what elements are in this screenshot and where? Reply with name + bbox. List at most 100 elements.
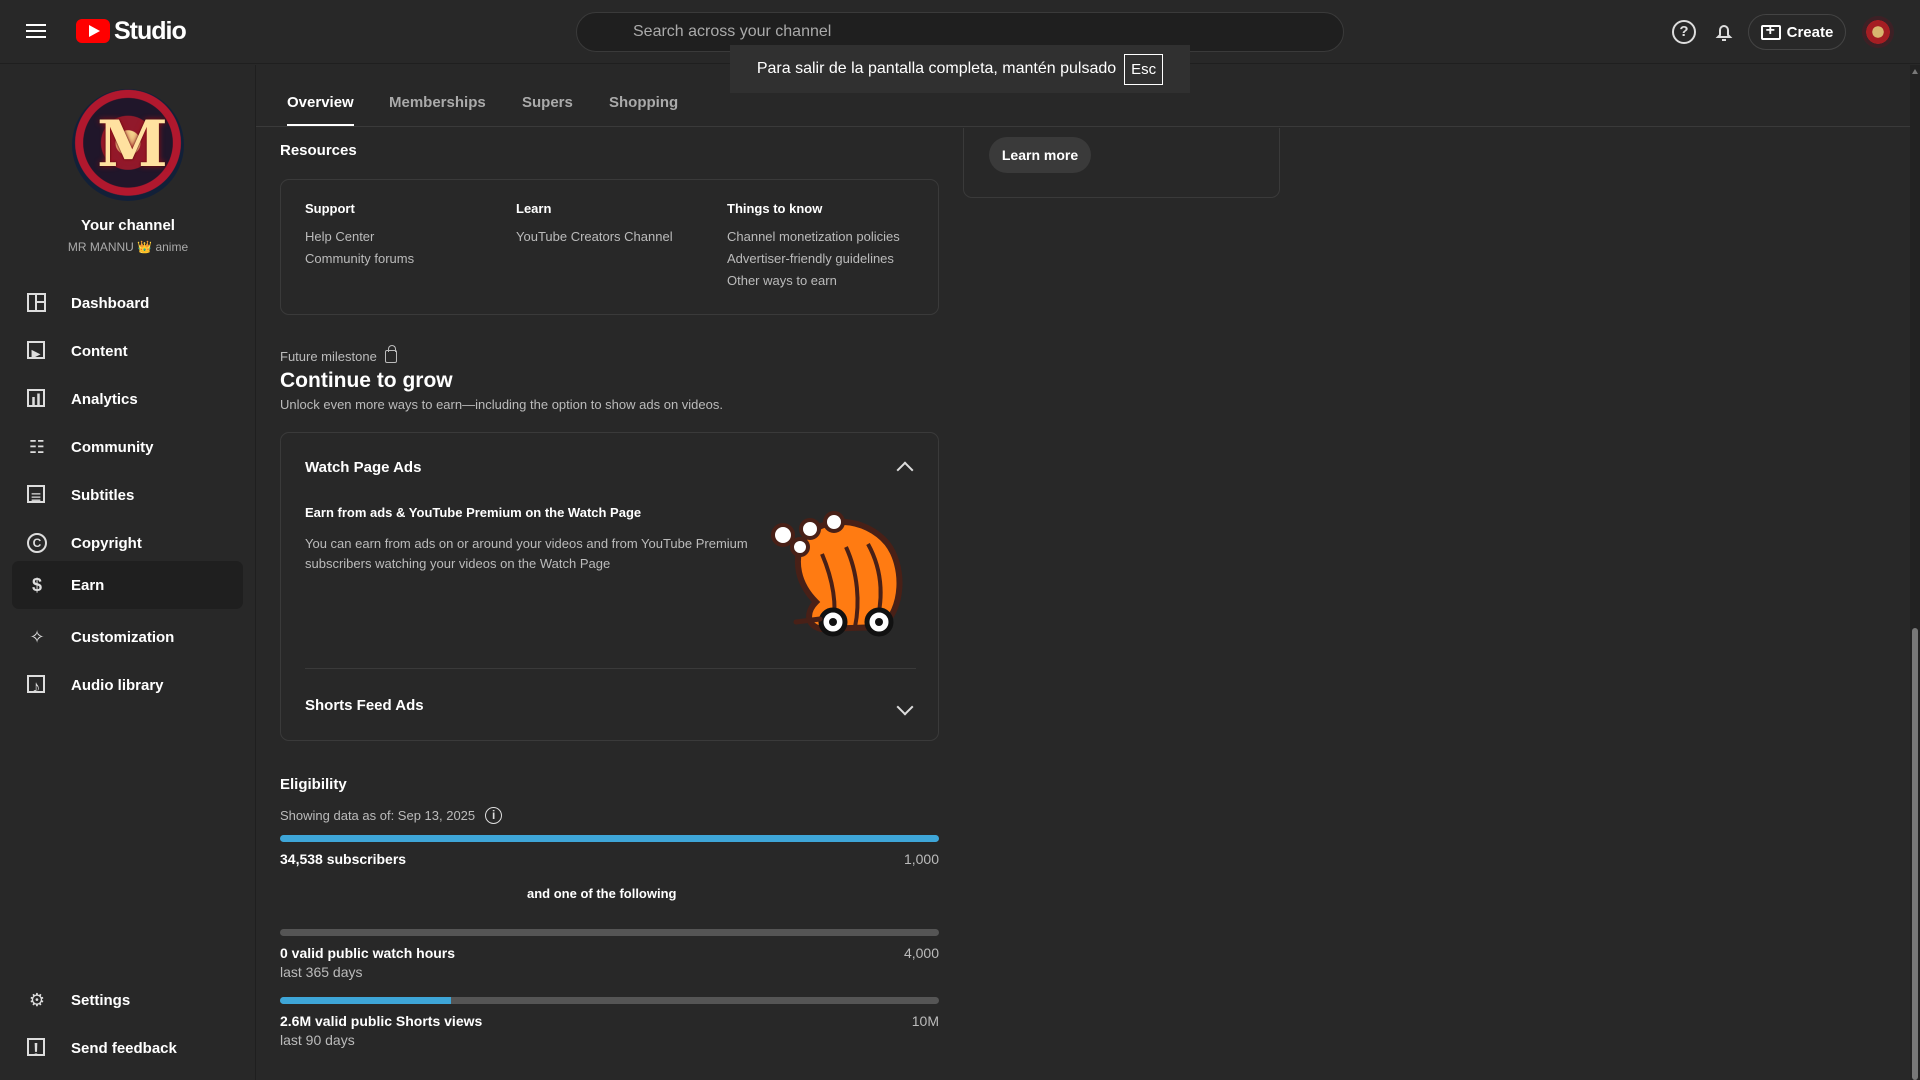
sidebar-item-analytics[interactable]: ıl Analytics (12, 375, 243, 423)
shorts-feed-ads-title[interactable]: Shorts Feed Ads (305, 697, 424, 714)
and-one-of-the-following: and one of the following (527, 886, 677, 901)
eligibility-date: Showing data as of: Sep 13, 2025 i (280, 807, 503, 824)
learn-more-button[interactable]: Learn more (989, 137, 1091, 173)
account-avatar[interactable] (1862, 16, 1894, 48)
sidebar-item-label: Dashboard (71, 294, 150, 312)
advertiser-guidelines-link[interactable]: Advertiser-friendly guidelines (727, 248, 900, 270)
menu-icon[interactable] (24, 20, 48, 44)
tab-shopping[interactable]: Shopping (609, 94, 678, 111)
subscribers-target: 1,000 (903, 851, 939, 867)
fullscreen-toast: Para salir de la pantalla completa, mant… (730, 45, 1190, 93)
settings-icon: ⚙ (28, 990, 46, 1010)
watch-page-ads-description: You can earn from ads on or around your … (305, 536, 748, 571)
page-scrollbar[interactable] (1910, 65, 1920, 1080)
tabs-divider (256, 126, 1910, 127)
ads-cart-illustration-icon (771, 511, 903, 637)
tab-supers[interactable]: Supers (522, 94, 573, 111)
shorts-views-target: 10M (911, 1013, 939, 1029)
sidebar-item-community[interactable]: ☷ Community (12, 423, 243, 471)
audio-library-icon: ♪ (27, 675, 45, 697)
other-ways-to-earn-link[interactable]: Other ways to earn (727, 270, 900, 292)
toast-message: Para salir de la pantalla completa, mant… (756, 60, 1117, 77)
community-icon: ☷ (28, 437, 46, 457)
sidebar-item-customization[interactable]: ✧ Customization (12, 613, 243, 661)
resources-card: Support Help Center Community forums Lea… (280, 179, 939, 315)
sidebar: Your channel MR MANNU 👑 anime Dashboard … (0, 65, 256, 1080)
subscribers-label: 34,538 subscribers (280, 851, 407, 867)
channel-handle: MR MANNU 👑 anime (67, 240, 189, 254)
sidebar-item-label: Subtitles (71, 486, 135, 504)
your-channel-title: Your channel (81, 217, 175, 234)
lock-icon (384, 345, 397, 363)
scrollbar-thumb[interactable] (1912, 628, 1918, 1080)
sidebar-item-content[interactable]: ▸ Content (12, 327, 243, 375)
resources-title: Resources (280, 142, 357, 159)
things-to-know-heading: Things to know (727, 201, 823, 216)
shorts-views-progress-bar (280, 997, 939, 1004)
sidebar-item-label: Copyright (71, 534, 142, 552)
sidebar-item-label: Send feedback (71, 1039, 177, 1057)
monetization-policies-link[interactable]: Channel monetization policies (727, 226, 900, 248)
shorts-views-period: last 90 days (280, 1032, 355, 1048)
help-center-link[interactable]: Help Center (305, 226, 414, 248)
showing-data-label: Showing data as of: Sep 13, 2025 (280, 808, 476, 823)
create-video-icon (1760, 22, 1781, 40)
sidebar-item-earn[interactable]: $ Earn (12, 561, 243, 609)
watch-hours-target: 4,000 (903, 945, 939, 961)
learn-column: Learn YouTube Creators Channel (516, 198, 673, 248)
ads-card: Watch Page Ads Earn from ads & YouTube P… (280, 432, 939, 741)
support-column: Support Help Center Community forums (305, 198, 414, 270)
sidebar-item-label: Community (71, 438, 154, 456)
sidebar-item-audio-library[interactable]: ♪ Audio library (12, 661, 243, 709)
dashboard-icon (27, 293, 46, 312)
create-label: Create (1786, 23, 1834, 41)
content-icon: ▸ (27, 341, 45, 363)
eligibility-title: Eligibility (280, 776, 347, 793)
sidebar-item-label: Settings (71, 991, 131, 1009)
scroll-down-icon[interactable] (1912, 1071, 1918, 1076)
studio-logo[interactable]: Studio (76, 16, 187, 46)
feedback-icon: ! (27, 1038, 45, 1060)
earn-icon: $ (31, 575, 42, 595)
shorts-views-label: 2.6M valid public Shorts views (280, 1013, 483, 1029)
customization-icon: ✧ (29, 627, 45, 647)
help-icon[interactable]: ? (1672, 20, 1696, 44)
copyright-icon: C (27, 533, 47, 553)
watch-hours-period: last 365 days (280, 964, 363, 980)
watch-hours-label: 0 valid public watch hours (280, 945, 456, 961)
watch-page-ads-heading: Earn from ads & YouTube Premium on the W… (305, 505, 642, 520)
youtube-play-icon (76, 19, 110, 43)
channel-avatar[interactable] (72, 89, 184, 201)
future-milestone-text: Future milestone (280, 349, 377, 364)
subscribers-progress-bar (280, 835, 939, 842)
sidebar-item-send-feedback[interactable]: ! Send feedback (12, 1024, 243, 1072)
future-milestone-label: Future milestone (280, 345, 397, 364)
community-forums-link[interactable]: Community forums (305, 248, 414, 270)
chevron-up-icon[interactable] (896, 461, 914, 479)
sidebar-item-settings[interactable]: ⚙ Settings (12, 976, 243, 1024)
sidebar-item-dashboard[interactable]: Dashboard (12, 279, 243, 327)
watch-page-ads-title[interactable]: Watch Page Ads (305, 459, 421, 476)
ads-divider (305, 668, 916, 669)
sidebar-item-label: Earn (71, 576, 105, 594)
continue-to-grow-title: Continue to grow (280, 369, 453, 392)
support-heading: Support (305, 201, 355, 216)
watch-hours-progress-bar (280, 929, 939, 936)
escape-key-badge: Esc (1124, 53, 1164, 85)
notifications-icon[interactable] (1712, 20, 1736, 44)
sidebar-item-subtitles[interactable]: ≡ Subtitles (12, 471, 243, 519)
tab-overview[interactable]: Overview (287, 94, 354, 127)
sidebar-item-label: Customization (71, 628, 175, 646)
creators-channel-link[interactable]: YouTube Creators Channel (516, 226, 673, 248)
sidebar-item-label: Audio library (71, 676, 164, 694)
shorts-views-progress-fill (280, 997, 452, 1004)
chevron-down-icon[interactable] (896, 698, 914, 716)
info-icon[interactable]: i (485, 807, 503, 824)
logo-text: Studio (114, 16, 187, 45)
tab-memberships[interactable]: Memberships (389, 94, 486, 111)
sidebar-item-copyright[interactable]: C Copyright (12, 519, 243, 567)
create-button[interactable]: Create (1748, 14, 1846, 50)
subtitles-icon: ≡ (27, 485, 45, 507)
scroll-up-icon[interactable] (1912, 69, 1918, 74)
learn-heading: Learn (516, 201, 552, 216)
